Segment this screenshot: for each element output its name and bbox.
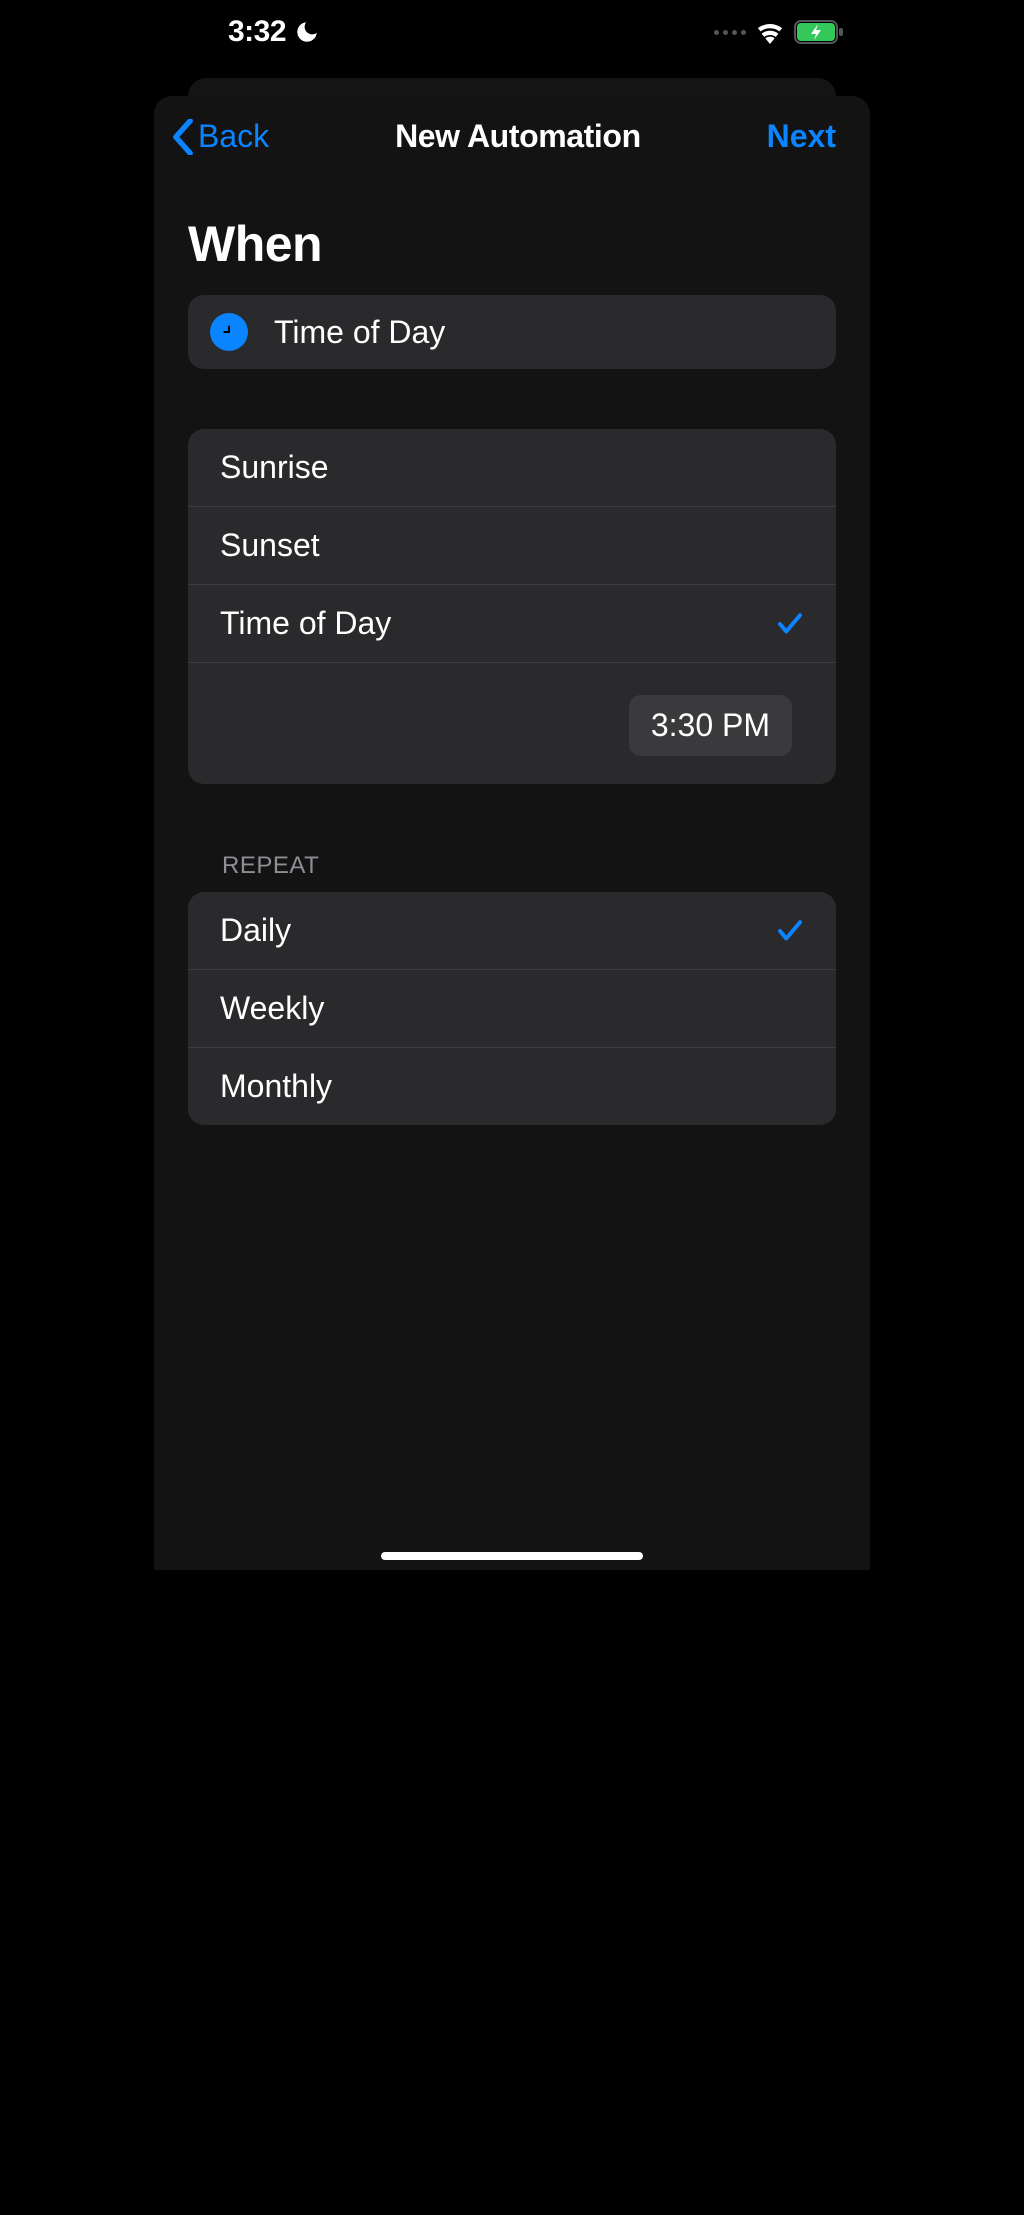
checkmark-icon — [774, 916, 806, 946]
wifi-icon — [754, 20, 786, 44]
option-timeofday-label: Time of Day — [220, 605, 391, 642]
option-weekly-label: Weekly — [220, 990, 324, 1027]
next-button[interactable]: Next — [767, 118, 836, 155]
option-sunrise[interactable]: Sunrise — [188, 429, 836, 507]
do-not-disturb-icon — [294, 19, 320, 45]
option-sunrise-label: Sunrise — [220, 449, 329, 486]
status-bar: 3:32 — [150, 0, 874, 64]
back-label: Back — [198, 118, 269, 155]
trigger-card: Time of Day — [188, 295, 836, 369]
repeat-header: REPEAT — [154, 852, 870, 892]
page-title: New Automation — [395, 118, 641, 155]
battery-charging-icon — [794, 20, 844, 44]
status-time: 3:32 — [228, 15, 286, 49]
when-heading: When — [154, 175, 870, 295]
repeat-options-list: Daily Weekly Monthly — [188, 892, 836, 1125]
time-picker-button[interactable]: 3:30 PM — [629, 695, 792, 756]
new-automation-sheet: Back New Automation Next When Time of Da… — [154, 96, 870, 1570]
checkmark-icon — [774, 609, 806, 639]
trigger-label: Time of Day — [274, 314, 445, 351]
option-sunset[interactable]: Sunset — [188, 507, 836, 585]
option-sunset-label: Sunset — [220, 527, 320, 564]
clock-icon — [210, 313, 248, 351]
option-weekly[interactable]: Weekly — [188, 970, 836, 1048]
time-options-list: Sunrise Sunset Time of Day 3:30 PM — [188, 429, 836, 784]
option-monthly[interactable]: Monthly — [188, 1048, 836, 1125]
option-daily[interactable]: Daily — [188, 892, 836, 970]
option-timeofday[interactable]: Time of Day — [188, 585, 836, 663]
back-button[interactable]: Back — [172, 118, 269, 155]
option-monthly-label: Monthly — [220, 1068, 332, 1105]
home-indicator[interactable] — [381, 1552, 643, 1560]
time-value-row: 3:30 PM — [188, 663, 836, 784]
chevron-left-icon — [172, 119, 194, 155]
nav-bar: Back New Automation Next — [154, 96, 870, 175]
trigger-row[interactable]: Time of Day — [188, 295, 836, 369]
option-daily-label: Daily — [220, 912, 291, 949]
signal-dots-icon — [714, 30, 746, 35]
